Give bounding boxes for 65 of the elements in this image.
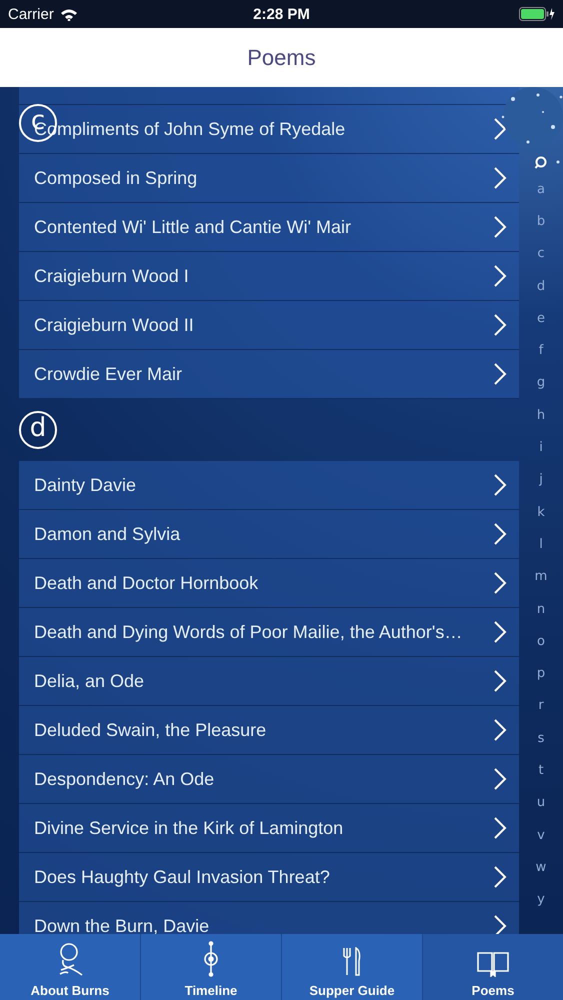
index-letter[interactable]: p [536,657,546,690]
chevron-icon [493,620,507,644]
chevron-icon [493,117,507,141]
poem-row[interactable]: Does Haughty Gaul Invasion Threat? [19,853,519,902]
chevron-icon [493,767,507,791]
poem-row[interactable]: Divine Service in the Kirk of Lamington [19,804,519,853]
index-letter[interactable]: r [538,690,544,722]
index-letter[interactable]: o [537,625,545,658]
section-letter: d [19,411,57,449]
index-letter[interactable]: k [537,496,545,528]
index-letter[interactable]: j [539,464,543,496]
chevron-icon [493,914,507,934]
chevron-icon [493,215,507,239]
poem-row[interactable]: Down the Burn, Davie [19,902,519,934]
index-letter[interactable]: g [536,366,546,400]
chevron-icon [493,865,507,889]
cutlery-icon [342,947,362,977]
index-letter[interactable]: w [536,851,546,884]
index-letter[interactable]: y [537,884,545,916]
chevron-icon [493,166,507,190]
clock-time: 2:28 PM [253,6,310,22]
chevron-icon [493,669,507,693]
poem-row[interactable]: Crowdie Ever Mair [19,350,519,399]
index-letter[interactable]: t [538,754,544,787]
chevron-icon [493,571,507,595]
index-letter[interactable]: l [539,528,543,561]
timeline-icon [201,941,221,977]
index-letter[interactable]: b [536,205,546,238]
index-letter[interactable]: m [534,560,548,593]
poem-row[interactable]: Damon and Sylvia [19,510,519,559]
chevron-icon [493,264,507,288]
index-letter[interactable]: s [538,722,544,754]
index-letter[interactable]: f [538,334,544,367]
chevron-icon [493,816,507,840]
index-letter[interactable]: c [537,238,545,270]
chevron-icon [493,522,507,546]
poem-row[interactable]: Craigieburn Wood II [19,301,519,350]
index-letter[interactable]: e [537,302,545,334]
index-letter[interactable]: d [536,270,546,302]
book-icon [477,951,509,977]
poem-row[interactable]: Despondency: An Ode [19,755,519,804]
chevron-icon [493,473,507,497]
chevron-icon [493,718,507,742]
wifi-icon [60,8,78,20]
index-letter[interactable]: u [536,786,546,819]
poem-row[interactable]: Contented Wi' Little and Cantie Wi' Mair [19,203,519,252]
search-icon[interactable] [534,156,548,170]
poem-row[interactable]: Composed in Spring [19,154,519,203]
tab[interactable]: Poems [422,934,563,1000]
chevron-icon [493,362,507,386]
poem-row[interactable]: Death and Dying Words of Poor Mailie, the Author's… [19,608,519,657]
battery-icon [519,7,555,21]
index-letter[interactable]: i [539,431,543,464]
carrier-label: Carrier [8,6,54,22]
screen-title: Poems [247,44,316,70]
chevron-icon [493,313,507,337]
index-letter[interactable]: a [537,173,545,206]
index-letter[interactable]: h [536,399,546,432]
poem-row[interactable]: Craigieburn Wood I [19,252,519,301]
poem-row[interactable]: Death and Doctor Hornbook [19,559,519,608]
poem-row[interactable]: Dainty Davie [19,461,519,510]
index-letter[interactable]: n [536,592,546,626]
index-letter[interactable]: v [537,818,545,852]
poem-row[interactable]: Deluded Swain, the Pleasure [19,706,519,755]
poem-row[interactable]: Delia, an Ode [19,657,519,706]
